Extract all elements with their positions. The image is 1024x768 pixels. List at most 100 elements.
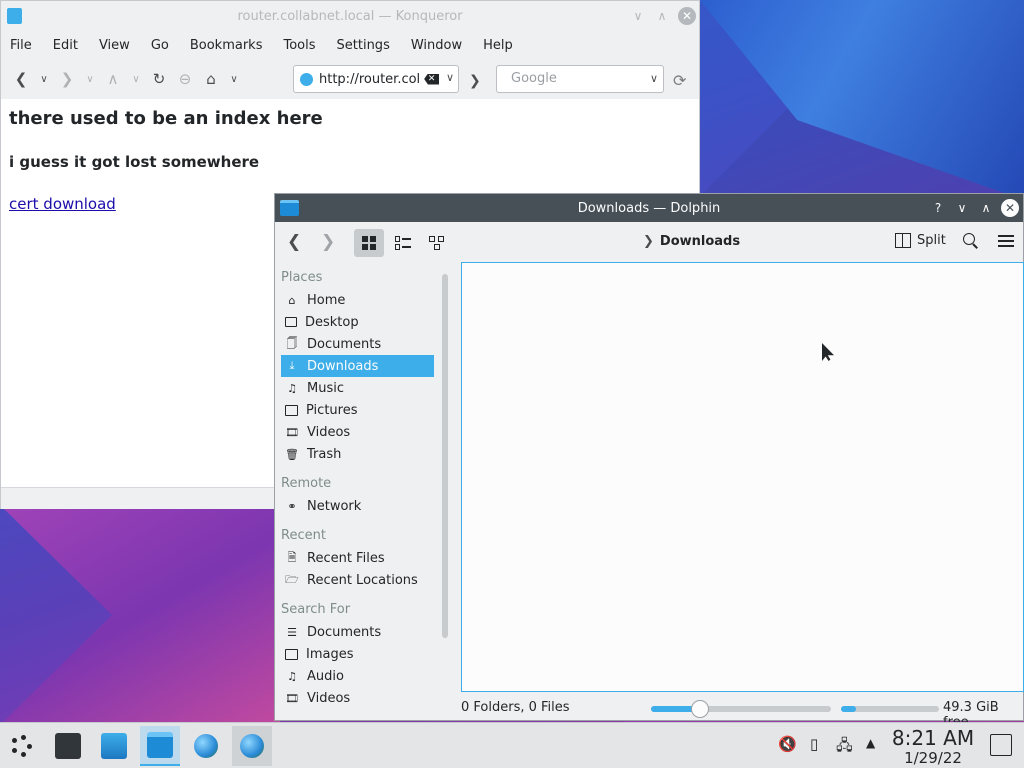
place-recent-locations[interactable]: 🗁 Recent Locations bbox=[281, 569, 434, 591]
task-konqueror-window[interactable] bbox=[232, 726, 272, 766]
task-konqueror[interactable] bbox=[186, 726, 226, 766]
stop-icon[interactable]: ⊖ bbox=[175, 69, 195, 89]
split-button[interactable]: Split bbox=[895, 233, 946, 248]
compact-view-icon bbox=[395, 236, 411, 250]
music-icon: ♫ bbox=[287, 381, 297, 395]
konqueror-app-icon bbox=[194, 734, 218, 758]
menu-bookmarks[interactable]: Bookmarks bbox=[190, 38, 273, 53]
search-icon[interactable] bbox=[963, 233, 979, 249]
menu-tools[interactable]: Tools bbox=[283, 38, 325, 53]
task-dolphin[interactable] bbox=[140, 726, 180, 766]
reload-icon[interactable]: ↻ bbox=[149, 69, 169, 89]
place-music[interactable]: ♫ Music bbox=[281, 377, 434, 399]
search-audio[interactable]: ♫ Audio bbox=[281, 665, 434, 687]
digital-clock[interactable]: 8:21 AM 1/29/22 bbox=[888, 726, 978, 766]
zoom-slider[interactable] bbox=[651, 700, 831, 718]
wallpaper-facet bbox=[700, 0, 1024, 200]
forward-history-chevron-icon[interactable]: ∨ bbox=[83, 69, 97, 89]
place-home[interactable]: ⌂ Home bbox=[281, 289, 434, 311]
close-icon[interactable]: ✕ bbox=[678, 7, 696, 25]
maximize-icon[interactable]: ∧ bbox=[977, 199, 995, 217]
place-trash[interactable]: 🗑 Trash bbox=[281, 443, 434, 465]
zoom-slider-handle[interactable] bbox=[690, 700, 709, 718]
menu-window[interactable]: Window bbox=[411, 38, 472, 53]
cert-download-link[interactable]: cert download bbox=[9, 195, 116, 213]
url-history-chevron-icon[interactable]: ∨ bbox=[446, 71, 454, 84]
menu-edit[interactable]: Edit bbox=[53, 38, 88, 53]
removable-device-icon[interactable]: ▯ bbox=[810, 735, 818, 753]
places-scrollbar[interactable] bbox=[442, 274, 448, 638]
search-documents[interactable]: ☰ Documents bbox=[281, 621, 434, 643]
konqueror-titlebar[interactable]: router.collabnet.local — Konqueror ∨ ∧ ✕ bbox=[1, 1, 699, 31]
home-icon: ⌂ bbox=[288, 293, 296, 307]
forward-icon[interactable]: ❯ bbox=[321, 232, 335, 252]
back-history-chevron-icon[interactable]: ∨ bbox=[37, 69, 51, 89]
menu-view[interactable]: View bbox=[99, 38, 140, 53]
free-space-fill bbox=[841, 706, 856, 712]
minimize-icon[interactable]: ∨ bbox=[629, 7, 647, 25]
search-images[interactable]: Images bbox=[281, 643, 434, 665]
close-icon[interactable]: ✕ bbox=[1001, 199, 1019, 217]
search-provider-chevron-icon[interactable]: ∨ bbox=[650, 66, 658, 92]
menu-go[interactable]: Go bbox=[151, 38, 179, 53]
split-view-icon bbox=[895, 233, 911, 248]
pictures-icon bbox=[285, 404, 298, 416]
home-chevron-icon[interactable]: ∨ bbox=[227, 69, 241, 89]
hamburger-menu-icon[interactable] bbox=[998, 235, 1014, 247]
breadcrumb[interactable]: ❯ Downloads bbox=[643, 234, 740, 249]
up-history-chevron-icon[interactable]: ∨ bbox=[129, 69, 143, 89]
home-icon[interactable]: ⌂ bbox=[201, 69, 221, 89]
menu-file[interactable]: File bbox=[10, 38, 42, 53]
section-remote: Remote bbox=[281, 476, 332, 491]
menu-help[interactable]: Help bbox=[483, 38, 523, 53]
place-network[interactable]: ⚭ Network bbox=[281, 495, 434, 517]
minimize-icon[interactable]: ∨ bbox=[953, 199, 971, 217]
web-search-field[interactable]: Google ∨ bbox=[496, 65, 664, 93]
menu-settings[interactable]: Settings bbox=[337, 38, 400, 53]
show-desktop-icon[interactable] bbox=[990, 734, 1012, 756]
page-heading: there used to be an index here bbox=[9, 108, 323, 129]
url-field[interactable]: http://router.col ✕ ∨ bbox=[293, 65, 459, 93]
place-pictures[interactable]: Pictures bbox=[281, 399, 434, 421]
application-launcher-button[interactable] bbox=[2, 726, 42, 766]
menubar: File Edit View Go Bookmarks Tools Settin… bbox=[1, 31, 699, 59]
place-desktop[interactable]: Desktop bbox=[281, 311, 434, 333]
network-status-icon[interactable]: 🖧 bbox=[836, 735, 853, 760]
up-icon[interactable]: ∧ bbox=[103, 69, 123, 89]
place-downloads[interactable]: ⤓ Downloads bbox=[281, 355, 434, 377]
maximize-icon[interactable]: ∧ bbox=[653, 7, 671, 25]
details-view-button[interactable] bbox=[422, 229, 452, 257]
mouse-cursor-icon bbox=[822, 343, 834, 361]
place-videos[interactable]: 🎞 Videos bbox=[281, 421, 434, 443]
back-icon[interactable]: ❮ bbox=[287, 232, 301, 252]
download-icon: ⤓ bbox=[289, 359, 295, 372]
free-space-bar bbox=[841, 706, 939, 712]
breadcrumb-current[interactable]: Downloads bbox=[660, 234, 740, 249]
help-icon[interactable]: ? bbox=[929, 199, 947, 217]
places-panel: Places ⌂ Home Desktop 🗍 Documents ⤓ Downloa… bbox=[275, 262, 437, 720]
go-icon[interactable]: ❯ bbox=[469, 73, 481, 89]
search-placeholder: Google bbox=[511, 71, 557, 86]
forward-icon[interactable]: ❯ bbox=[57, 69, 77, 89]
icons-view-button[interactable] bbox=[354, 229, 384, 257]
place-documents[interactable]: 🗍 Documents bbox=[281, 333, 434, 355]
clock-time: 8:21 AM bbox=[891, 726, 975, 750]
task-discover[interactable] bbox=[94, 726, 134, 766]
videos-icon: 🎞 bbox=[285, 425, 299, 439]
place-recent-files[interactable]: 🗎 Recent Files bbox=[281, 547, 434, 569]
launcher-icon bbox=[9, 733, 35, 759]
compact-view-button[interactable] bbox=[388, 229, 418, 257]
trash-icon: 🗑 bbox=[285, 447, 299, 461]
dolphin-titlebar[interactable]: Downloads — Dolphin ? ∨ ∧ ✕ bbox=[275, 194, 1023, 222]
videos-icon: 🎞 bbox=[285, 691, 299, 705]
tray-expand-icon[interactable]: ▲ bbox=[866, 736, 875, 750]
volume-muted-icon[interactable]: 🔇 bbox=[778, 735, 797, 753]
section-places: Places bbox=[281, 270, 323, 285]
clear-url-icon[interactable]: ✕ bbox=[424, 73, 440, 85]
file-view[interactable] bbox=[461, 262, 1024, 692]
back-icon[interactable]: ❮ bbox=[11, 69, 31, 89]
section-search-for: Search For bbox=[281, 602, 351, 617]
task-system-settings[interactable] bbox=[48, 726, 88, 766]
recent-files-icon: 🗎 bbox=[287, 550, 297, 564]
search-videos[interactable]: 🎞 Videos bbox=[281, 687, 434, 709]
